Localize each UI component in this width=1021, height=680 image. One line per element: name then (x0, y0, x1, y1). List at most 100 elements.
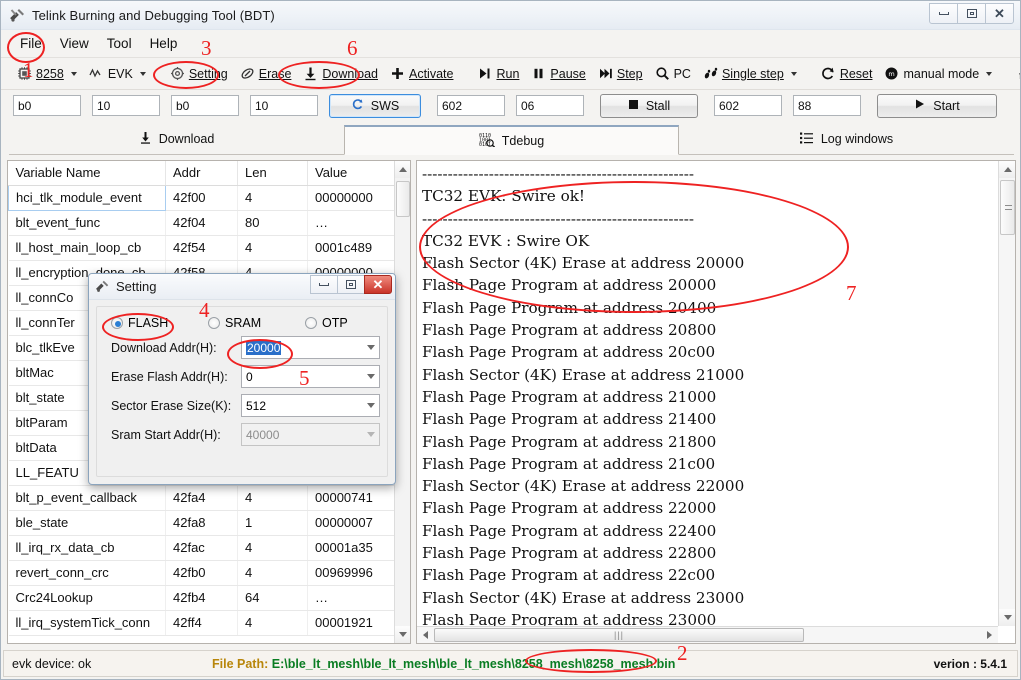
log-scroll-down-button[interactable] (999, 609, 1015, 626)
step-icon (598, 66, 613, 81)
scrollbar-thumb[interactable] (396, 181, 410, 217)
maximize-button[interactable] (957, 3, 986, 24)
table-row[interactable]: ll_host_main_loop_cb 42f54 4 0001c489 (8, 235, 397, 261)
erase-toolbar-button[interactable]: Erase (234, 62, 298, 86)
table-row[interactable]: ll_irq_rx_data_cb 42fac 4 00001a35 (8, 535, 397, 561)
setting-dialog-title-bar: Setting ✕ (89, 274, 395, 300)
start-button[interactable]: Start (877, 93, 997, 118)
manual-mode-toolbar-button[interactable]: m manual mode (878, 62, 998, 86)
column-header-variable-name[interactable]: Variable Name (8, 161, 166, 186)
stop-square-icon (628, 99, 639, 113)
field-7-input[interactable] (714, 95, 782, 116)
column-header-addr[interactable]: Addr (165, 161, 238, 186)
close-button[interactable]: ✕ (985, 3, 1014, 24)
broom-icon (1016, 66, 1020, 81)
cell-addr: 42fb4 (165, 585, 238, 611)
run-toolbar-button[interactable]: Run (471, 62, 525, 86)
cell-value: … (307, 210, 397, 236)
cell-addr: 42fb0 (165, 560, 238, 586)
pc-toolbar-button[interactable]: PC (649, 62, 697, 86)
svg-text:m: m (889, 70, 895, 78)
menu-item-tool[interactable]: Tool (98, 33, 141, 54)
log-text: ----------------------------------------… (422, 165, 745, 643)
menu-item-help[interactable]: Help (141, 33, 187, 54)
otp-radio[interactable]: OTP (305, 316, 348, 330)
erase-flash-addr-value: 0 (246, 369, 253, 384)
cell-value: 00000007 (307, 510, 397, 536)
scroll-down-button[interactable] (395, 626, 410, 643)
setting-dialog-minimize-button[interactable] (310, 275, 338, 294)
erase-flash-addr-row: Erase Flash Addr(H): 0 (97, 359, 387, 388)
activate-toolbar-button[interactable]: Activate (384, 62, 459, 86)
field-4-input[interactable] (250, 95, 318, 116)
chevron-down-icon[interactable] (362, 366, 379, 387)
sws-button[interactable]: SWS (329, 93, 421, 118)
field-3-input[interactable] (171, 95, 239, 116)
minimize-button[interactable] (929, 3, 958, 24)
chevron-down-icon (362, 424, 379, 445)
log-hscroll-thumb[interactable]: ||| (434, 628, 804, 642)
table-row[interactable]: blt_p_event_callback 42fa4 4 00000741 (8, 485, 397, 511)
log-output-pane[interactable]: ----------------------------------------… (416, 160, 1016, 644)
download-toolbar-button[interactable]: Download (297, 62, 384, 86)
single-step-toolbar-button[interactable]: Single step (697, 62, 803, 86)
chevron-down-icon[interactable] (790, 71, 797, 76)
flash-radio[interactable]: FLASH (111, 316, 208, 330)
menu-item-file[interactable]: File (11, 33, 51, 54)
log-scroll-up-button[interactable] (999, 161, 1015, 178)
column-header-len[interactable]: Len (237, 161, 308, 186)
scroll-up-button[interactable] (395, 161, 410, 178)
field-6-input[interactable] (516, 95, 584, 116)
log-scrollbar-thumb[interactable] (1000, 180, 1015, 235)
pause-toolbar-button[interactable]: Pause (525, 62, 591, 86)
field-2-input[interactable] (92, 95, 160, 116)
reset-toolbar-button[interactable]: Reset (815, 62, 879, 86)
table-row[interactable]: ble_state 42fa8 1 00000007 (8, 510, 397, 536)
cell-variable-name: blt_p_event_callback (8, 485, 166, 511)
table-row[interactable]: revert_conn_crc 42fb0 4 00969996 (8, 560, 397, 586)
erase-flash-addr-field[interactable]: 0 (241, 365, 380, 388)
download-addr-field[interactable]: 20000 (241, 336, 380, 359)
table-row[interactable]: ll_irq_systemTick_conn 42ff4 4 00001921 (8, 610, 397, 636)
table-row[interactable]: Crc24Lookup 42fb4 64… (8, 585, 397, 611)
step-toolbar-button[interactable]: Step (592, 62, 649, 86)
toolbar-device-selector[interactable]: EVK (83, 62, 152, 86)
tab-log-windows[interactable]: Log windows (679, 124, 1014, 154)
maximize-icon (966, 9, 977, 18)
triangle-left-icon (423, 631, 428, 639)
run-icon (477, 66, 492, 81)
field-1-input[interactable] (13, 95, 81, 116)
stall-button[interactable]: Stall (600, 93, 698, 118)
log-horizontal-scrollbar[interactable]: ||| (417, 626, 998, 643)
chevron-down-icon[interactable] (362, 337, 379, 358)
setting-toolbar-button[interactable]: Setting (164, 62, 234, 86)
tab-tdebug[interactable]: 0110 1001 0101 Tdebug (344, 125, 679, 155)
field-8-input[interactable] (793, 95, 861, 116)
application-window: Telink Burning and Debugging Tool (BDT) … (0, 0, 1021, 680)
log-scroll-left-button[interactable] (417, 631, 434, 639)
clear-toolbar-button[interactable]: Clear (1010, 62, 1020, 86)
toolbar-chip-label: 8258 (36, 66, 64, 81)
field-5-input[interactable] (437, 95, 505, 116)
chevron-down-icon[interactable] (139, 71, 146, 76)
cell-variable-name: Crc24Lookup (8, 585, 166, 611)
tab-download[interactable]: Download (9, 124, 344, 154)
setting-dialog-close-button[interactable]: ✕ (364, 275, 392, 294)
table-row[interactable]: hci_tlk_module_event 42f00 4 00000000 (8, 184, 397, 211)
menu-item-view[interactable]: View (51, 33, 98, 54)
sector-erase-size-field[interactable]: 512 (241, 394, 380, 417)
setting-dialog[interactable]: Setting ✕ FLASH SRAM OTP Download Addr(H… (88, 273, 396, 485)
table-row[interactable]: blt_event_func 42f04 80… (8, 210, 397, 236)
tab-download-label: Download (158, 132, 215, 146)
chevron-down-icon[interactable] (362, 395, 379, 416)
toolbar-chip-selector[interactable]: 8258 (11, 62, 83, 86)
chevron-down-icon[interactable] (986, 71, 993, 76)
variable-table-scrollbar[interactable] (394, 161, 410, 643)
sram-radio[interactable]: SRAM (208, 316, 305, 330)
column-header-value[interactable]: Value (307, 161, 397, 186)
setting-dialog-maximize-button[interactable] (337, 275, 365, 294)
chevron-down-icon[interactable] (70, 71, 77, 76)
log-vertical-scrollbar[interactable] (998, 161, 1015, 626)
log-scroll-right-button[interactable] (981, 631, 998, 639)
triangle-down-icon (1003, 615, 1012, 620)
